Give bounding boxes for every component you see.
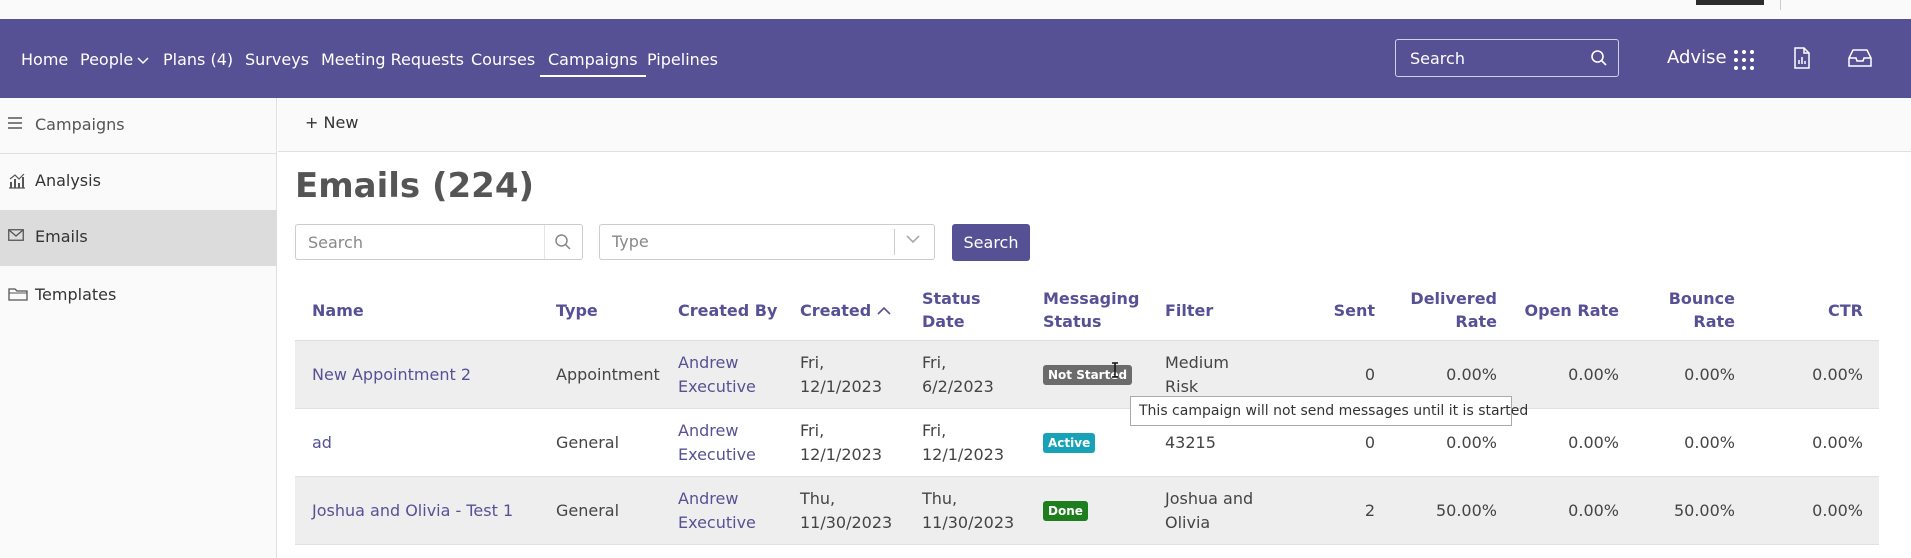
envelope-icon — [8, 229, 24, 241]
bounce-rate: 50.00% — [1673, 501, 1735, 520]
top-strip — [0, 0, 1911, 19]
status-date: Thu, 11/30/2023 — [922, 489, 1015, 532]
chevron-down-icon — [137, 56, 149, 64]
ctr: 0.00% — [1812, 365, 1863, 384]
search-icon[interactable] — [554, 233, 572, 251]
created-by-link[interactable]: Andrew Executive — [678, 477, 778, 545]
sidebar: Campaigns Analysis Emails Templates — [0, 98, 277, 558]
nav-surveys[interactable]: Surveys — [245, 50, 309, 69]
top-navbar: Home People Plans (4) Surveys Meeting Re… — [0, 19, 1911, 98]
nav-campaigns[interactable]: Campaigns — [540, 50, 646, 77]
col-filter-header[interactable]: Filter — [1165, 279, 1265, 341]
new-button-label: New — [323, 113, 359, 132]
created-date: Fri, 12/1/2023 — [800, 421, 883, 464]
email-type: Appointment — [556, 365, 660, 384]
nav-people-label: People — [80, 50, 134, 69]
page-title: Emails (224) — [295, 166, 535, 206]
created-by-link[interactable]: Andrew Executive — [678, 409, 778, 477]
apps-grid-icon[interactable] — [1733, 49, 1755, 71]
advise-label[interactable]: Advise — [1667, 47, 1727, 68]
folder-icon — [8, 288, 28, 301]
col-name-header[interactable]: Name — [312, 279, 512, 341]
email-name-link[interactable]: ad — [312, 409, 542, 477]
table-header: Name Type Created By Created Status Date… — [295, 279, 1879, 341]
filter-value: Joshua and Olivia — [1165, 489, 1254, 532]
analysis-chart-icon — [9, 173, 25, 189]
inbox-icon[interactable] — [1848, 49, 1872, 67]
bounce-rate: 0.00% — [1684, 433, 1735, 452]
ctr: 0.00% — [1812, 501, 1863, 520]
text-cursor-icon — [1112, 362, 1118, 378]
status-badge[interactable]: Active — [1043, 433, 1096, 453]
col-created-label: Created — [800, 300, 872, 320]
nav-home[interactable]: Home — [21, 50, 68, 69]
ctr: 0.00% — [1812, 433, 1863, 452]
report-icon[interactable] — [1793, 47, 1811, 69]
user-thumbnail — [1696, 0, 1764, 5]
nav-people[interactable]: People — [80, 50, 149, 69]
col-messaging-status-header[interactable]: Messaging Status — [1043, 279, 1143, 341]
col-bounce-rate-header[interactable]: Bounce Rate — [1645, 279, 1735, 341]
search-input[interactable] — [296, 225, 544, 259]
status-date: Fri, 12/1/2023 — [922, 421, 1005, 464]
table-row: Joshua and Olivia - Test 1 General Andre… — [295, 477, 1879, 545]
action-bar: + New — [278, 98, 1911, 152]
status-date: Fri, 6/2/2023 — [922, 353, 994, 396]
created-date: Fri, 12/1/2023 — [800, 353, 883, 396]
messaging-status-cell: Done — [1043, 477, 1153, 545]
global-search — [1395, 39, 1619, 77]
divider — [544, 225, 545, 259]
delivered-rate: 50.00% — [1435, 501, 1497, 520]
search-icon[interactable] — [1590, 49, 1608, 67]
open-rate: 0.00% — [1568, 433, 1619, 452]
bounce-rate: 0.00% — [1684, 365, 1735, 384]
table-row: ad General Andrew Executive Fri, 12/1/20… — [295, 409, 1879, 477]
nav-plans[interactable]: Plans (4) — [163, 50, 233, 69]
sidebar-item-label: Templates — [35, 285, 117, 304]
sidebar-header-campaigns[interactable]: Campaigns — [0, 98, 277, 154]
sent-count: 2 — [1364, 501, 1375, 520]
open-rate: 0.00% — [1568, 501, 1619, 520]
table-row: New Appointment 2 Appointment Andrew Exe… — [295, 341, 1879, 409]
status-badge[interactable]: Done — [1043, 501, 1088, 521]
chevron-down-icon — [906, 235, 920, 244]
top-divider — [1780, 0, 1781, 10]
email-type: General — [556, 501, 620, 520]
sidebar-item-label: Emails — [35, 227, 88, 246]
divider — [894, 229, 895, 255]
col-open-rate-header[interactable]: Open Rate — [1515, 279, 1619, 341]
type-select[interactable]: Type — [599, 224, 935, 260]
nav-pipelines[interactable]: Pipelines — [647, 50, 718, 69]
col-created-by-header[interactable]: Created By — [678, 279, 793, 341]
email-name-link[interactable]: Joshua and Olivia - Test 1 — [312, 477, 542, 545]
global-search-input[interactable] — [1396, 40, 1586, 76]
status-tooltip: This campaign will not send messages unt… — [1130, 396, 1528, 426]
sidebar-item-templates[interactable]: Templates — [0, 268, 277, 324]
sidebar-item-label: Analysis — [35, 171, 101, 190]
search-button[interactable]: Search — [952, 224, 1030, 261]
nav-meeting-requests[interactable]: Meeting Requests — [321, 50, 464, 69]
plus-icon: + — [305, 113, 319, 132]
created-by-link[interactable]: Andrew Executive — [678, 341, 778, 409]
sort-ascending-icon — [877, 306, 891, 315]
col-status-date-header[interactable]: Status Date — [922, 279, 1002, 341]
open-rate: 0.00% — [1568, 365, 1619, 384]
created-date: Thu, 11/30/2023 — [800, 489, 893, 532]
nav-courses[interactable]: Courses — [471, 50, 535, 69]
email-type: General — [556, 433, 620, 452]
new-button[interactable]: + New — [305, 113, 358, 132]
col-delivered-rate-header[interactable]: Delivered Rate — [1405, 279, 1497, 341]
sidebar-item-label: Campaigns — [35, 115, 125, 134]
menu-icon[interactable] — [8, 117, 22, 129]
col-type-header[interactable]: Type — [556, 279, 666, 341]
col-created-header[interactable]: Created — [800, 279, 910, 341]
col-ctr-header[interactable]: CTR — [1765, 279, 1863, 341]
filter-search — [295, 224, 583, 260]
email-name-link[interactable]: New Appointment 2 — [312, 341, 542, 409]
sidebar-item-analysis[interactable]: Analysis — [0, 154, 277, 210]
type-select-placeholder: Type — [612, 232, 649, 251]
col-sent-header[interactable]: Sent — [1295, 279, 1375, 341]
sidebar-item-emails[interactable]: Emails — [0, 210, 277, 266]
